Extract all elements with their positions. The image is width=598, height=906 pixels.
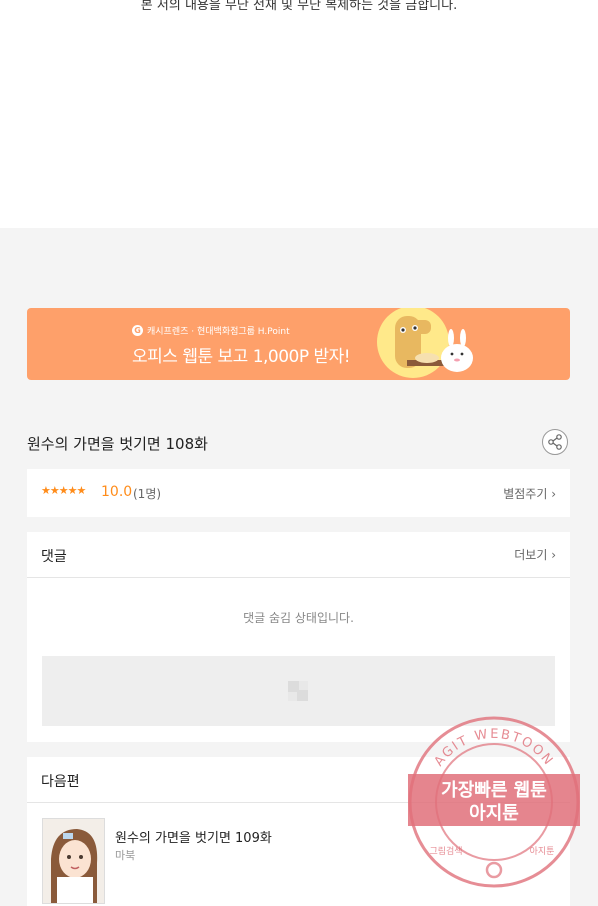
stamp-line2: 아지툰 [469, 803, 519, 824]
copyright-notice: 본 저의 내용을 무단 전재 및 무단 복제하는 것을 금합니다. [140, 0, 458, 13]
banner-headline: 오피스 웹툰 보고 1,000P 받자! [132, 347, 351, 367]
watermark-stamp: AGIT WEBTOON 가장빠른 웹툰 아지툰 그림검색 아지툰 [408, 716, 580, 888]
divider [27, 577, 570, 578]
episode-title: 원수의 가면을 벗기면 108화 [27, 435, 208, 453]
content-end-area: 본 저의 내용을 무단 전재 및 무단 복제하는 것을 금합니다. [0, 0, 598, 228]
stamp-bottom-right: 아지툰 [530, 846, 555, 857]
share-icon [548, 434, 562, 450]
promo-banner[interactable]: G 캐시프렌즈 · 현대백화점그룹 H.Point 오피스 웹툰 보고 1,00… [27, 308, 570, 380]
comments-title: 댓글 [41, 549, 67, 565]
star-rating-icon: ★★★★★ [41, 484, 86, 497]
rating-count: (1명) [133, 487, 162, 501]
share-button[interactable] [542, 429, 568, 455]
next-episode-author: 마북 [115, 849, 136, 862]
placeholder-image-icon [288, 681, 308, 701]
comments-hidden-message: 댓글 숨김 상태입니다. [243, 611, 354, 625]
brand-g-icon: G [132, 325, 143, 336]
banner-brand: G 캐시프렌즈 · 현대백화점그룹 H.Point [132, 324, 290, 337]
next-episode-thumbnail[interactable] [42, 818, 105, 904]
rating-section: ★★★★★ 10.0 (1명) 별점주기 › [27, 469, 570, 517]
comments-more-link[interactable]: 더보기 › [514, 546, 556, 563]
thumbnail-image [43, 819, 104, 903]
stamp-bottom-left: 그림검색 [429, 845, 462, 857]
next-episode-title[interactable]: 원수의 가면을 벗기면 109화 [115, 827, 272, 846]
banner-character-illustration [377, 308, 473, 378]
banner-small-text: 캐시프렌즈 · 현대백화점그룹 H.Point [147, 327, 290, 337]
rating-score: 10.0 [101, 484, 133, 500]
stamp-line1: 가장빠른 웹툰 [441, 780, 547, 801]
next-title: 다음편 [41, 774, 80, 790]
rate-button[interactable]: 별점주기 › [503, 485, 556, 502]
comments-section: 댓글 더보기 › 댓글 숨김 상태입니다. [27, 532, 570, 742]
